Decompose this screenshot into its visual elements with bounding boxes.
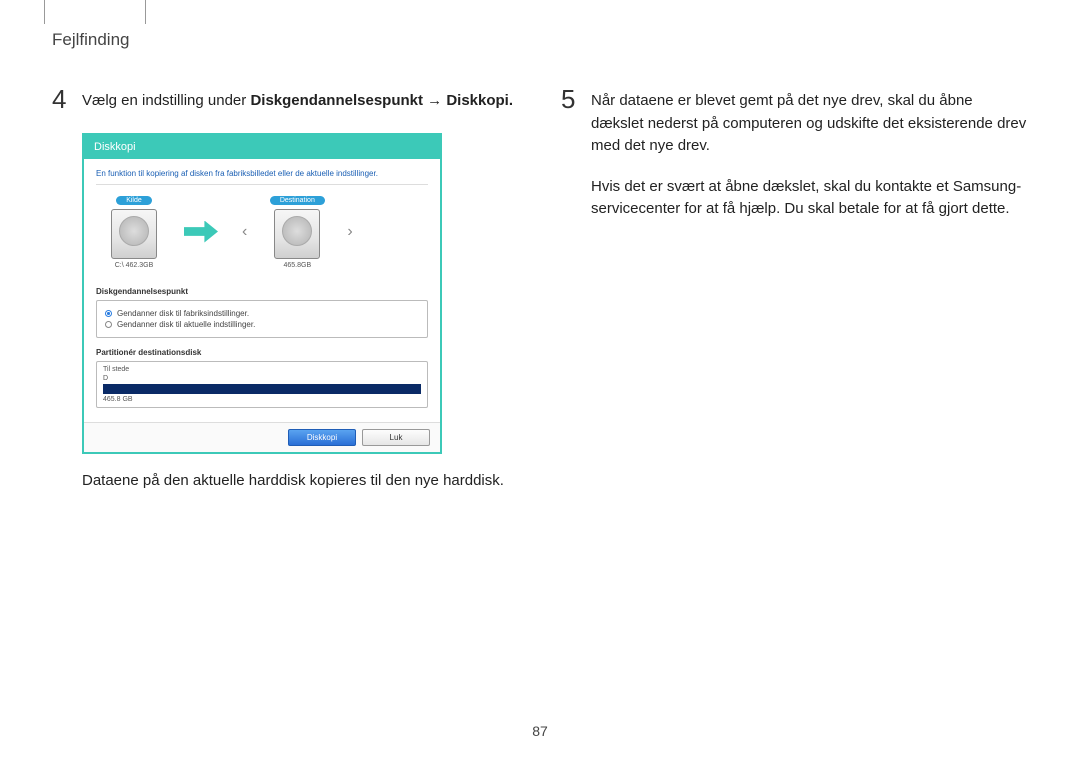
dialog-body: En funktion til kopiering af disken fra … <box>84 159 440 422</box>
step-instruction: Når dataene er blevet gemt på det nye dr… <box>591 86 1028 158</box>
left-column: 4 Vælg en indstilling under Diskgendanne… <box>52 86 519 492</box>
source-label: C:\ 462.3GB <box>102 262 166 269</box>
right-column: 5 Når dataene er blevet gemt på det nye … <box>561 86 1028 492</box>
partition-section-label: Partitionér destinationsdisk <box>96 348 428 357</box>
step-caption: Dataene på den aktuelle harddisk kopiere… <box>82 470 519 493</box>
step-5: 5 Når dataene er blevet gemt på det nye … <box>561 86 1028 158</box>
close-button[interactable]: Luk <box>362 429 430 446</box>
radio-off-icon <box>105 321 112 328</box>
destination-nav: ‹ <box>242 223 247 241</box>
content-area: 4 Vælg en indstilling under Diskgendanne… <box>52 86 1028 492</box>
radio-factory-label: Gendanner disk til fabriksindstillinger. <box>117 309 249 318</box>
diskkopi-dialog: Diskkopi En funktion til kopiering af di… <box>82 133 442 454</box>
step-4: 4 Vælg en indstilling under Diskgendanne… <box>52 86 519 113</box>
step-number: 4 <box>52 86 70 113</box>
partition-status: Til stede <box>103 366 421 373</box>
diskkopi-button[interactable]: Diskkopi <box>288 429 356 446</box>
drive-row: Kilde C:\ 462.3GB ‹ Destination 465.8GB … <box>96 195 428 279</box>
destination-label: 465.8GB <box>265 262 329 269</box>
step-text-prefix: Vælg en indstilling under <box>82 92 250 109</box>
step-followup: Hvis det er svært at åbne dækslet, skal … <box>591 176 1028 221</box>
hdd-icon <box>274 209 320 259</box>
destination-drive: Destination 465.8GB <box>265 195 329 269</box>
chevron-left-icon[interactable]: ‹ <box>242 223 247 241</box>
dialog-description: En funktion til kopiering af disken fra … <box>96 169 428 185</box>
recovery-options: Gendanner disk til fabriksindstillinger.… <box>96 300 428 338</box>
page-section-title: Fejlfinding <box>52 30 130 50</box>
header-rule <box>44 0 146 24</box>
radio-factory[interactable]: Gendanner disk til fabriksindstillinger. <box>105 309 419 318</box>
step-text-bold: Diskgendannelsespunkt → Diskkopi. <box>250 92 513 109</box>
arrow-right-icon <box>184 221 218 243</box>
radio-on-icon <box>105 310 112 317</box>
chevron-right-icon[interactable]: › <box>347 223 352 241</box>
radio-current[interactable]: Gendanner disk til aktuelle indstillinge… <box>105 320 419 329</box>
partition-letter: D <box>103 375 421 382</box>
partition-size: 465.8 GB <box>103 396 421 403</box>
source-drive: Kilde C:\ 462.3GB <box>102 195 166 269</box>
page-number: 87 <box>532 723 548 739</box>
radio-current-label: Gendanner disk til aktuelle indstillinge… <box>117 320 255 329</box>
hdd-icon <box>111 209 157 259</box>
partition-box: Til stede D 465.8 GB <box>96 361 428 408</box>
destination-badge: Destination <box>270 196 325 205</box>
dialog-footer: Diskkopi Luk <box>84 422 440 452</box>
step-number: 5 <box>561 86 579 158</box>
partition-bar <box>103 384 421 394</box>
dialog-title: Diskkopi <box>84 135 440 159</box>
step-instruction: Vælg en indstilling under Diskgendannels… <box>82 86 513 113</box>
source-badge: Kilde <box>116 196 152 205</box>
recovery-section-label: Diskgendannelsespunkt <box>96 287 428 296</box>
